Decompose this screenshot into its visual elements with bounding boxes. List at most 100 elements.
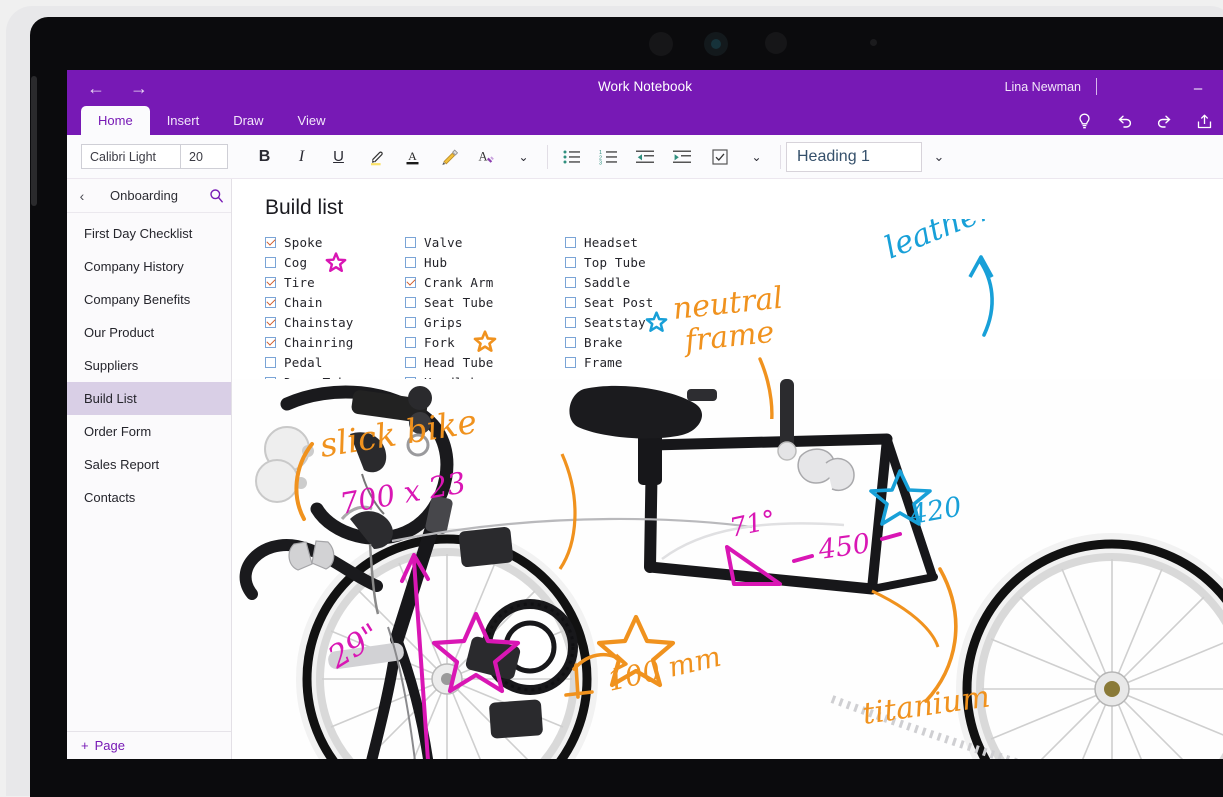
tab-insert[interactable]: Insert xyxy=(150,106,217,135)
font-overflow-caret-icon[interactable]: ⌄ xyxy=(505,142,542,172)
sidebar-item-contacts[interactable]: Contacts xyxy=(67,481,231,514)
tab-view[interactable]: View xyxy=(281,106,343,135)
tags-overflow-caret-icon[interactable]: ⌄ xyxy=(738,142,775,172)
list-item[interactable]: Cog xyxy=(265,252,405,272)
list-item[interactable]: Fork xyxy=(405,330,565,352)
checkbox[interactable] xyxy=(265,316,276,328)
status-led-icon xyxy=(870,39,877,46)
checkbox[interactable] xyxy=(565,356,576,368)
checkbox[interactable] xyxy=(565,276,576,288)
sidebar-item-company-benefits[interactable]: Company Benefits xyxy=(67,283,231,316)
page-title[interactable]: Build list xyxy=(265,196,343,220)
checkbox[interactable] xyxy=(405,356,416,368)
list-item[interactable]: Tire xyxy=(265,272,405,292)
checkbox[interactable] xyxy=(405,336,416,348)
increase-indent-icon[interactable] xyxy=(664,142,701,172)
clear-formatting-button[interactable]: A xyxy=(468,142,505,172)
style-caret-icon[interactable]: ⌄ xyxy=(922,142,956,172)
font-size-input[interactable]: 20 xyxy=(180,144,228,169)
style-selector[interactable]: Heading 1 xyxy=(786,141,922,172)
checkbox[interactable] xyxy=(565,316,576,328)
search-icon[interactable] xyxy=(201,179,231,213)
checkbox[interactable] xyxy=(265,256,276,268)
checkbox[interactable] xyxy=(565,236,576,248)
list-item[interactable]: Seat Tube xyxy=(405,292,565,312)
quick-access-toolbar xyxy=(1071,106,1223,136)
italic-button[interactable]: I xyxy=(283,142,320,172)
checkbox[interactable] xyxy=(565,336,576,348)
sidebar-item-sales-report[interactable]: Sales Report xyxy=(67,448,231,481)
format-painter-icon[interactable] xyxy=(431,142,468,172)
list-item[interactable]: Brake xyxy=(565,332,725,352)
sidebar-item-order-form[interactable]: Order Form xyxy=(67,415,231,448)
sidebar-item-first-day-checklist[interactable]: First Day Checklist xyxy=(67,217,231,250)
list-item[interactable]: Grips xyxy=(405,312,565,332)
bike-parts-photo[interactable]: slick bike 700 x 23 29" 71° 450 420 100 … xyxy=(232,379,1223,759)
note-canvas[interactable]: Build list Spoke Cog Tire Chain Chainsta… xyxy=(232,179,1223,759)
svg-text:A: A xyxy=(408,149,417,163)
underline-button[interactable]: U xyxy=(320,142,357,172)
sidebar-item-suppliers[interactable]: Suppliers xyxy=(67,349,231,382)
list-item[interactable]: Pedal xyxy=(265,352,405,372)
checkbox[interactable] xyxy=(565,256,576,268)
tab-draw[interactable]: Draw xyxy=(216,106,280,135)
redo-icon[interactable] xyxy=(1151,108,1177,134)
list-item[interactable]: Valve xyxy=(405,232,565,252)
highlighter-icon[interactable] xyxy=(357,142,394,172)
list-item[interactable]: Spoke xyxy=(265,232,405,252)
seat-post xyxy=(777,379,797,461)
todo-checkbox-icon[interactable] xyxy=(701,142,738,172)
checkbox[interactable] xyxy=(405,296,416,308)
list-item-label: Chainring xyxy=(284,334,354,350)
font-name-input[interactable]: Calibri Light xyxy=(81,144,181,169)
numbering-icon[interactable]: 1 2 3 xyxy=(590,142,627,172)
bullets-icon[interactable] xyxy=(553,142,590,172)
list-item[interactable]: Crank Arm xyxy=(405,272,565,292)
titlebar-divider xyxy=(1096,78,1097,95)
bold-button[interactable]: B xyxy=(246,142,283,172)
tab-home[interactable]: Home xyxy=(81,106,150,135)
list-item[interactable]: Headset xyxy=(565,232,725,252)
list-item-label: Frame xyxy=(584,354,623,370)
ink-leather: leather xyxy=(880,219,999,337)
checkbox[interactable] xyxy=(265,236,276,248)
bike-photo-illustration: slick bike 700 x 23 29" 71° 450 420 100 … xyxy=(232,379,1223,759)
list-item-label: Cog xyxy=(284,254,308,270)
checkbox[interactable] xyxy=(405,256,416,268)
device-side-button[interactable] xyxy=(31,76,37,206)
undo-icon[interactable] xyxy=(1111,108,1137,134)
checkbox[interactable] xyxy=(265,336,276,348)
list-item[interactable]: Chainstay xyxy=(265,312,405,332)
section-header: ‹ Onboarding xyxy=(67,179,231,213)
ribbon-tab-strip: Home Insert Draw View xyxy=(67,106,1223,135)
list-item[interactable]: Hub xyxy=(405,252,565,272)
tell-me-lightbulb-icon[interactable] xyxy=(1071,108,1097,134)
checkbox[interactable] xyxy=(265,296,276,308)
list-item[interactable]: Seatstay xyxy=(565,311,725,332)
share-icon[interactable] xyxy=(1191,108,1217,134)
list-item[interactable]: Head Tube xyxy=(405,352,565,372)
sidebar-item-our-product[interactable]: Our Product xyxy=(67,316,231,349)
list-item[interactable]: Seat Post xyxy=(565,292,725,312)
plus-icon: + xyxy=(81,738,89,753)
italic-glyph: I xyxy=(298,147,305,165)
account-name[interactable]: Lina Newman xyxy=(1005,80,1081,94)
checkbox[interactable] xyxy=(405,236,416,248)
decrease-indent-icon[interactable] xyxy=(627,142,664,172)
font-color-button[interactable]: A xyxy=(394,142,431,172)
list-item[interactable]: Chain xyxy=(265,292,405,312)
page-sidebar: ‹ Onboarding First Day Checklist Company… xyxy=(67,179,232,759)
list-item[interactable]: Chainring xyxy=(265,332,405,352)
minimize-button[interactable]: – xyxy=(1181,77,1215,99)
checkbox[interactable] xyxy=(265,356,276,368)
list-item[interactable]: Frame xyxy=(565,352,725,372)
checkbox[interactable] xyxy=(565,296,576,308)
checkbox[interactable] xyxy=(405,316,416,328)
sidebar-item-build-list[interactable]: Build List xyxy=(67,382,231,415)
list-item[interactable]: Top Tube xyxy=(565,252,725,272)
checkbox[interactable] xyxy=(265,276,276,288)
checkbox[interactable] xyxy=(405,276,416,288)
list-item[interactable]: Saddle xyxy=(565,272,725,292)
sidebar-item-company-history[interactable]: Company History xyxy=(67,250,231,283)
add-page-button[interactable]: + Page xyxy=(67,731,231,759)
